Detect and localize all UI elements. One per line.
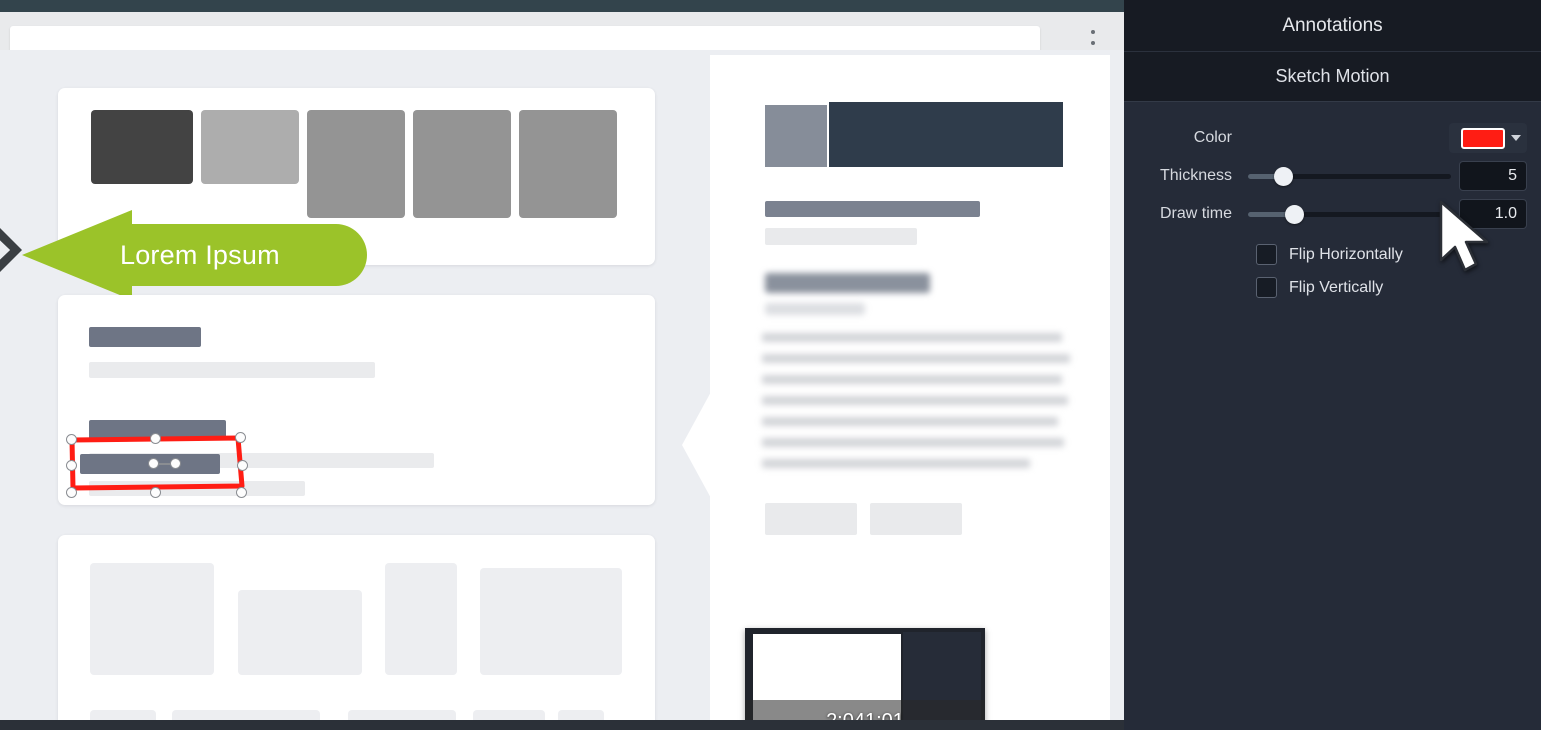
article-thumb xyxy=(765,105,827,167)
browser-window: Lorem Ipsum xyxy=(0,0,1124,730)
video-preview-thumbnail[interactable]: 2:041:01 xyxy=(745,628,985,730)
color-row: Color xyxy=(1138,120,1527,156)
left-chevron-icon xyxy=(0,228,22,272)
draw-time-label: Draw time xyxy=(1159,205,1232,222)
heading-placeholder xyxy=(89,327,201,347)
draw-time-slider[interactable] xyxy=(1248,204,1451,224)
chart-box-4 xyxy=(480,568,622,675)
thickness-slider[interactable] xyxy=(1248,166,1451,186)
tile-4 xyxy=(413,110,511,218)
draw-time-slider-thumb[interactable] xyxy=(1284,204,1304,224)
mouse-cursor-icon xyxy=(1439,200,1489,272)
tile-5 xyxy=(519,110,617,218)
sketch-rect-annotation[interactable] xyxy=(60,428,260,498)
selection-handle-tm[interactable] xyxy=(150,433,161,444)
green-arrow-annotation[interactable]: Lorem Ipsum xyxy=(22,210,367,300)
article-title-bar xyxy=(765,201,980,217)
flip-horizontally-label: Flip Horizontally xyxy=(1289,245,1403,263)
flip-horizontally-checkbox[interactable] xyxy=(1256,244,1277,265)
selection-handle-mr[interactable] xyxy=(237,460,248,471)
browser-toolbar xyxy=(0,12,1124,59)
article-header-bar xyxy=(829,102,1063,167)
arrow-head-icon xyxy=(22,210,132,300)
selection-handle-tr[interactable] xyxy=(235,432,246,443)
article-blurred-heading xyxy=(765,273,930,293)
tile-1 xyxy=(91,110,193,184)
color-swatch[interactable] xyxy=(1461,127,1505,149)
rotate-handle-b[interactable] xyxy=(170,458,181,469)
annotations-panel: Annotations Sketch Motion Color Thicknes… xyxy=(1124,0,1541,730)
panel-notch-icon xyxy=(682,390,712,500)
thickness-label: Thickness xyxy=(1159,167,1232,184)
text-placeholder-1 xyxy=(89,362,375,378)
browser-title-strip xyxy=(0,0,1124,12)
selection-handle-br[interactable] xyxy=(236,487,247,498)
document-canvas: Lorem Ipsum xyxy=(0,50,1124,730)
article-blurred-subheading xyxy=(765,303,865,315)
flip-vertically-row[interactable]: Flip Vertically xyxy=(1256,277,1527,298)
color-picker[interactable] xyxy=(1449,123,1527,153)
flip-vertically-checkbox[interactable] xyxy=(1256,277,1277,298)
browser-bottom-strip xyxy=(0,720,1124,730)
thickness-row: Thickness 5 xyxy=(1138,158,1527,194)
flip-vertically-label: Flip Vertically xyxy=(1289,278,1384,296)
tile-2 xyxy=(201,110,299,184)
tile-3 xyxy=(307,110,405,218)
selection-handle-bm[interactable] xyxy=(150,487,161,498)
article-sub-bar xyxy=(765,228,917,245)
chart-box-2 xyxy=(238,590,362,675)
app-screen: Lorem Ipsum Annotations Sketch Motion Co… xyxy=(0,0,1541,730)
chevron-down-icon[interactable] xyxy=(1511,135,1521,141)
selection-handle-ml[interactable] xyxy=(66,460,77,471)
selection-handle-tl[interactable] xyxy=(66,434,77,445)
chart-box-1 xyxy=(90,563,214,675)
color-label: Color xyxy=(1193,129,1232,146)
bottom-card xyxy=(58,535,655,730)
thickness-value-input[interactable]: 5 xyxy=(1459,161,1527,191)
article-blurred-paragraph xyxy=(762,333,1080,483)
selection-handle-bl[interactable] xyxy=(66,487,77,498)
arrow-label: Lorem Ipsum xyxy=(120,240,280,270)
panel-title: Annotations xyxy=(1124,0,1541,52)
chart-box-3 xyxy=(385,563,457,675)
article-footer-box-2 xyxy=(870,503,962,535)
article-footer-box-1 xyxy=(765,503,857,535)
thickness-slider-thumb[interactable] xyxy=(1274,166,1294,186)
panel-subtitle: Sketch Motion xyxy=(1124,52,1541,102)
